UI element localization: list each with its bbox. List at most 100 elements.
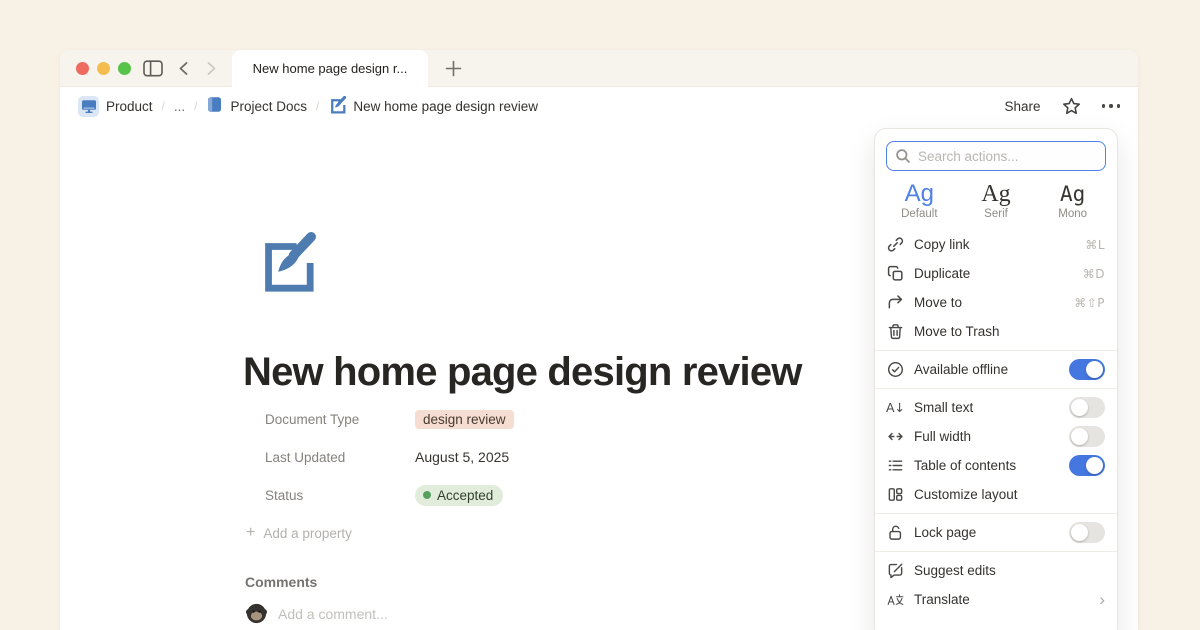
small-text-icon: A↓ [887, 399, 904, 416]
add-property-label: Add a property [263, 526, 352, 541]
breadcrumb-bar: Product / ... / Project Docs / New home … [60, 87, 1138, 125]
lock-page-toggle[interactable] [1069, 522, 1105, 543]
link-icon [887, 236, 904, 253]
menu-item-customize-layout[interactable]: Customize layout [875, 480, 1117, 509]
breadcrumb-label: New home page design review [353, 99, 538, 114]
font-sample: Ag [1034, 181, 1111, 207]
status-badge[interactable]: Accepted [415, 485, 503, 506]
paintbrush-page-icon[interactable] [254, 232, 316, 299]
search-actions-input[interactable] [886, 141, 1106, 171]
breadcrumb-separator: / [194, 99, 197, 113]
font-option-serif[interactable]: Ag Serif [958, 181, 1035, 220]
menu-item-copy-link[interactable]: Copy link ⌘L [875, 230, 1117, 259]
status-dot-icon [423, 491, 431, 499]
font-picker: Ag Default Ag Serif Ag Mono [875, 171, 1117, 230]
translate-icon [887, 591, 904, 608]
check-circle-icon [887, 361, 904, 378]
more-options-icon[interactable] [1102, 104, 1121, 108]
forward-icon[interactable] [206, 61, 217, 76]
available-offline-toggle[interactable] [1069, 359, 1105, 380]
small-text-toggle[interactable] [1069, 397, 1105, 418]
property-row-document-type[interactable]: Document Type design review [265, 400, 514, 438]
suggest-edits-icon [887, 562, 904, 579]
share-button[interactable]: Share [1004, 99, 1040, 114]
shortcut: ⌘L [1085, 238, 1105, 252]
window-controls [76, 62, 131, 75]
status-value: Accepted [437, 488, 493, 503]
breadcrumb-label: Product [106, 99, 153, 114]
property-label: Status [265, 488, 415, 503]
back-icon[interactable] [178, 61, 189, 76]
menu-item-suggest-edits[interactable]: Suggest edits [875, 556, 1117, 585]
font-option-mono[interactable]: Ag Mono [1034, 181, 1111, 220]
property-row-last-updated[interactable]: Last Updated August 5, 2025 [265, 438, 514, 476]
divider [875, 551, 1117, 552]
zoom-window-button[interactable] [118, 62, 131, 75]
user-avatar [245, 602, 268, 625]
table-of-contents-toggle[interactable] [1069, 455, 1105, 476]
font-option-default[interactable]: Ag Default [881, 181, 958, 220]
page-edit-icon [328, 96, 346, 117]
divider [875, 388, 1117, 389]
property-list: Document Type design review Last Updated… [265, 400, 514, 514]
unlock-icon [887, 524, 904, 541]
breadcrumb-label: Project Docs [230, 99, 307, 114]
tab-bar: New home page design r... [60, 50, 1138, 87]
trash-icon [887, 323, 904, 340]
menu-item-full-width[interactable]: Full width [875, 422, 1117, 451]
monitor-icon [78, 96, 99, 117]
divider [875, 513, 1117, 514]
shortcut: ⌘⇧P [1074, 296, 1105, 310]
menu-item-table-of-contents[interactable]: Table of contents [875, 451, 1117, 480]
page-title: New home page design review [243, 350, 802, 395]
property-value: August 5, 2025 [415, 449, 509, 465]
chevron-right-icon: › [1099, 591, 1105, 608]
tab-title: New home page design r... [253, 61, 408, 76]
divider [875, 350, 1117, 351]
search-box [886, 141, 1106, 171]
menu-item-small-text[interactable]: A↓ Small text [875, 393, 1117, 422]
breadcrumb-item-current-page[interactable]: New home page design review [328, 96, 538, 117]
menu-item-move-to[interactable]: Move to ⌘⇧P [875, 288, 1117, 317]
breadcrumb-separator: / [162, 99, 165, 113]
property-label: Last Updated [265, 450, 415, 465]
breadcrumb-separator: / [316, 99, 319, 113]
minimize-window-button[interactable] [97, 62, 110, 75]
docs-icon [206, 96, 223, 116]
breadcrumb-item-collapsed[interactable]: ... [174, 99, 185, 114]
close-window-button[interactable] [76, 62, 89, 75]
search-icon [895, 148, 911, 164]
customize-layout-icon [887, 486, 904, 503]
full-width-toggle[interactable] [1069, 426, 1105, 447]
font-sample: Ag [881, 181, 958, 207]
comments-header: Comments [245, 574, 317, 590]
add-property-button[interactable]: + Add a property [246, 520, 352, 546]
duplicate-icon [887, 265, 904, 282]
property-label: Document Type [265, 412, 415, 427]
new-tab-icon[interactable] [445, 60, 462, 77]
move-to-icon [887, 294, 904, 311]
breadcrumb-item-product[interactable]: Product [78, 96, 153, 117]
property-tag[interactable]: design review [415, 410, 514, 429]
breadcrumb: Product / ... / Project Docs / New home … [78, 96, 538, 117]
menu-item-lock-page[interactable]: Lock page [875, 518, 1117, 547]
table-of-contents-icon [887, 457, 904, 474]
menu-item-move-to-trash[interactable]: Move to Trash [875, 317, 1117, 346]
menu-item-available-offline[interactable]: Available offline [875, 355, 1117, 384]
font-label: Serif [958, 208, 1035, 220]
font-sample: Ag [958, 181, 1035, 207]
breadcrumb-item-project-docs[interactable]: Project Docs [206, 96, 307, 116]
property-row-status[interactable]: Status Accepted [265, 476, 514, 514]
font-label: Default [881, 208, 958, 220]
comment-composer[interactable]: Add a comment... [245, 602, 388, 625]
page-options-panel: Ag Default Ag Serif Ag Mono Copy link ⌘L… [874, 128, 1118, 630]
menu-item-duplicate[interactable]: Duplicate ⌘D [875, 259, 1117, 288]
font-label: Mono [1034, 208, 1111, 220]
browser-tab[interactable]: New home page design r... [232, 50, 428, 87]
menu-item-translate[interactable]: Translate › [875, 585, 1117, 614]
star-icon[interactable] [1062, 97, 1081, 116]
full-width-icon [887, 428, 904, 445]
sidebar-toggle-icon[interactable] [143, 60, 163, 77]
page-actions: Share [1004, 97, 1120, 116]
comment-placeholder: Add a comment... [278, 606, 388, 622]
